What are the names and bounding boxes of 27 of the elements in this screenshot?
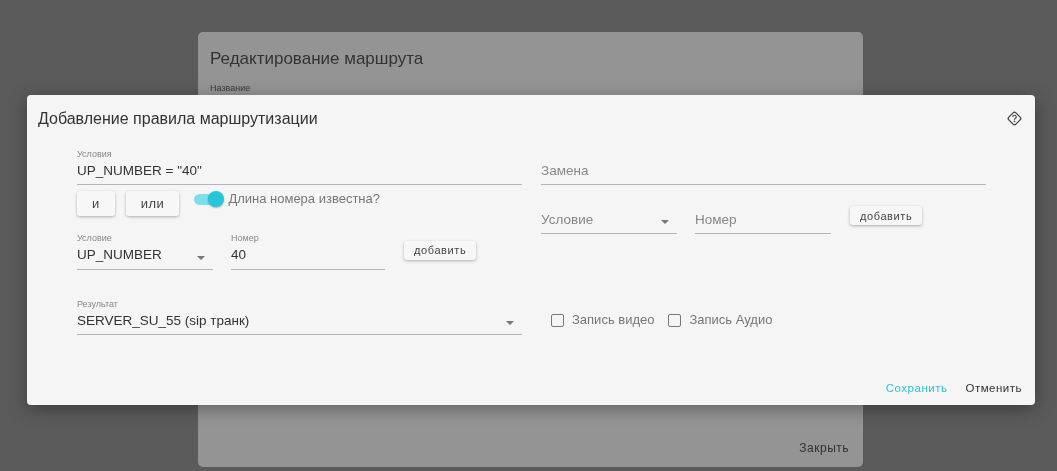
checkbox[interactable] [551, 313, 564, 327]
caret-icon [197, 255, 205, 260]
condition-select[interactable]: Условие UP_NUMBER [77, 233, 213, 270]
field-label: Номер [231, 233, 260, 244]
caret-icon [661, 220, 669, 225]
toggle-switch[interactable] [194, 190, 225, 207]
checkbox-label: Запись Аудио [689, 311, 773, 330]
logic-button[interactable]: или [125, 191, 180, 217]
cancel-button[interactable]: Отменить [965, 379, 1022, 397]
checkbox[interactable] [668, 313, 682, 327]
caret-icon [506, 320, 514, 325]
field-label: Условия [77, 149, 113, 159]
checkbox-label: Запись видео [572, 311, 655, 330]
conditions-field[interactable]: UP_NUMBER = "40" [77, 159, 522, 186]
close-button[interactable]: Закрыть [799, 439, 849, 457]
number-field[interactable]: Номер [695, 208, 831, 235]
number-field[interactable]: 40 [231, 243, 385, 270]
dialog-title: Добавление правила маршрутизации [38, 109, 318, 129]
result-select[interactable]: Результат SERVER_SU_55 (sip транк) [77, 298, 522, 335]
help-icon[interactable] [1006, 110, 1023, 127]
add-button[interactable]: добавить [850, 206, 923, 226]
switch-label: Длина номера известна? [228, 190, 380, 208]
field-label: Название [210, 82, 252, 93]
add-button[interactable]: добавить [404, 240, 477, 260]
replacement-field[interactable]: Замена [541, 159, 986, 186]
logic-button[interactable]: и [77, 191, 115, 217]
dialog-title: Редактирование маршрута [210, 48, 425, 70]
